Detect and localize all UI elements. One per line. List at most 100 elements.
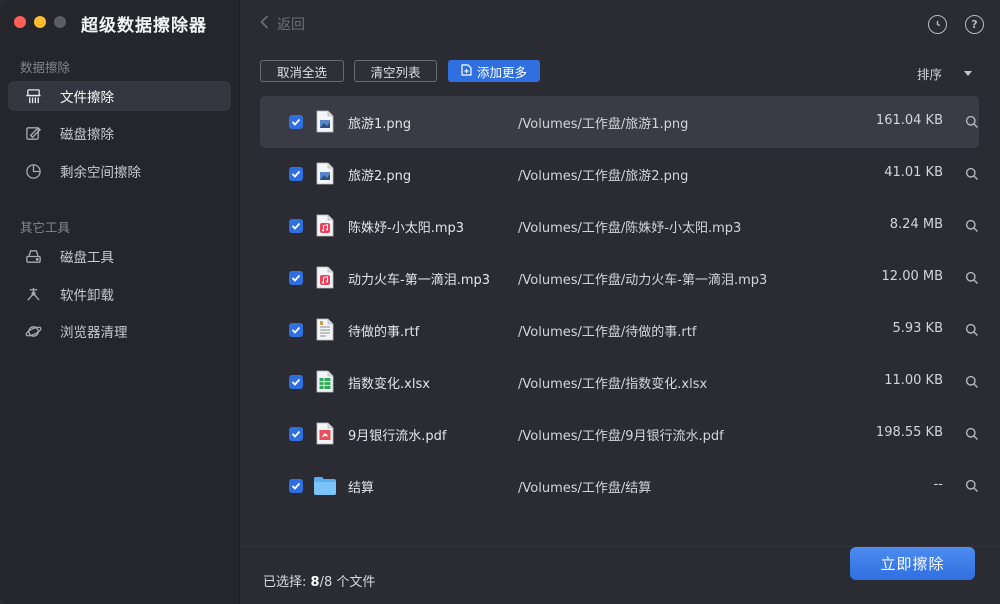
add-more-label: 添加更多: [477, 62, 527, 81]
file-row[interactable]: 9月银行流水.pdf/Volumes/工作盘/9月银行流水.pdf 198.55 …: [260, 408, 979, 460]
pie-chart-icon: [24, 162, 42, 180]
file-size: 11.00 KB: [884, 373, 943, 388]
disk-erase-icon: [24, 124, 42, 142]
section-label-tools: 其它工具: [20, 217, 70, 236]
minimize-window-button[interactable]: [34, 16, 46, 28]
folder-icon: [313, 476, 337, 496]
selected-total: /8 个文件: [320, 575, 376, 590]
magnifier-icon[interactable]: [965, 479, 979, 493]
pdf-file-icon: [316, 422, 334, 445]
file-checkbox[interactable]: [289, 271, 303, 285]
app-title: 超级数据擦除器: [81, 11, 207, 36]
caret-down-icon: [964, 71, 972, 76]
file-checkbox[interactable]: [289, 479, 303, 493]
sidebar-item-label: 文件擦除: [60, 86, 114, 106]
window-controls: [14, 16, 66, 28]
add-more-button[interactable]: 添加更多: [448, 60, 540, 82]
image-file-icon: [316, 162, 334, 185]
magnifier-icon[interactable]: [965, 427, 979, 441]
file-row[interactable]: 动力火车-第一滴泪.mp3/Volumes/工作盘/动力火车-第一滴泪.mp3 1…: [260, 252, 979, 304]
magnifier-icon[interactable]: [965, 167, 979, 181]
sidebar-item-free-space-erase[interactable]: 剩余空间擦除: [8, 156, 231, 186]
erase-now-button[interactable]: 立即擦除: [850, 547, 975, 580]
file-name: 结算: [348, 477, 374, 496]
file-size: 41.01 KB: [884, 165, 943, 180]
selected-number: 8: [311, 575, 320, 590]
back-button[interactable]: 返回: [260, 14, 305, 34]
sort-dropdown[interactable]: 排序: [917, 64, 972, 83]
question-icon[interactable]: ?: [965, 15, 984, 34]
text-file-icon: [316, 318, 334, 341]
sidebar-item-label: 浏览器清理: [60, 321, 128, 341]
file-row[interactable]: 结算/Volumes/工作盘/结算 --: [260, 460, 979, 512]
file-checkbox[interactable]: [289, 115, 303, 129]
sidebar-item-label: 软件卸载: [60, 284, 114, 304]
deselect-all-button[interactable]: 取消全选: [260, 60, 344, 82]
footer: 已选择: 8/8 个文件 立即擦除: [240, 546, 1000, 604]
clock-icon[interactable]: [928, 15, 947, 34]
file-path: /Volumes/工作盘/9月银行流水.pdf: [518, 425, 724, 444]
back-label: 返回: [277, 14, 305, 34]
file-path: /Volumes/工作盘/陈姝妤-小太阳.mp3: [518, 217, 741, 236]
sort-label: 排序: [917, 64, 942, 83]
chevron-left-icon: [260, 15, 269, 33]
file-size: 12.00 MB: [882, 269, 943, 284]
file-path: /Volumes/工作盘/旅游2.png: [518, 165, 688, 184]
magnifier-icon[interactable]: [965, 115, 979, 129]
file-size: 5.93 KB: [892, 321, 943, 336]
planet-icon: [24, 322, 42, 340]
sidebar: 超级数据擦除器 数据擦除 文件擦除 磁盘擦除 剩余空间擦除 其它工具 磁盘: [0, 0, 240, 604]
selected-prefix: 已选择:: [263, 575, 311, 590]
add-file-icon: [461, 64, 472, 79]
sidebar-item-uninstall[interactable]: 软件卸载: [8, 279, 231, 309]
magnifier-icon[interactable]: [965, 375, 979, 389]
file-row[interactable]: 指数变化.xlsx/Volumes/工作盘/指数变化.xlsx 11.00 KB: [260, 356, 979, 408]
file-size: 161.04 KB: [876, 113, 943, 128]
file-name: 指数变化.xlsx: [348, 373, 430, 392]
app-window: 超级数据擦除器 数据擦除 文件擦除 磁盘擦除 剩余空间擦除 其它工具 磁盘: [0, 0, 1000, 604]
magnifier-icon[interactable]: [965, 323, 979, 337]
audio-file-icon: [316, 214, 334, 237]
file-size: 198.55 KB: [876, 425, 943, 440]
sidebar-item-label: 磁盘工具: [60, 246, 114, 266]
file-path: /Volumes/工作盘/指数变化.xlsx: [518, 373, 707, 392]
file-checkbox[interactable]: [289, 167, 303, 181]
file-path: /Volumes/工作盘/待做的事.rtf: [518, 321, 696, 340]
zoom-window-button[interactable]: [54, 16, 66, 28]
file-checkbox[interactable]: [289, 219, 303, 233]
file-path: /Volumes/工作盘/结算: [518, 477, 651, 496]
sidebar-item-disk-erase[interactable]: 磁盘擦除: [8, 118, 231, 148]
file-name: 待做的事.rtf: [348, 321, 419, 340]
file-row[interactable]: 待做的事.rtf/Volumes/工作盘/待做的事.rtf 5.93 KB: [260, 304, 979, 356]
file-row[interactable]: 旅游1.png/Volumes/工作盘/旅游1.png161.04 KB: [260, 96, 979, 148]
sidebar-item-file-erase[interactable]: 文件擦除: [8, 81, 231, 111]
spreadsheet-file-icon: [316, 370, 334, 393]
sidebar-item-disk-tools[interactable]: 磁盘工具: [8, 241, 231, 271]
magnifier-icon[interactable]: [965, 271, 979, 285]
magnifier-icon[interactable]: [965, 219, 979, 233]
sidebar-item-browser-clean[interactable]: 浏览器清理: [8, 316, 231, 346]
shredder-icon: [24, 87, 42, 105]
disk-tool-icon: [24, 247, 42, 265]
file-name: 9月银行流水.pdf: [348, 425, 446, 444]
uninstall-icon: [24, 285, 42, 303]
file-name: 旅游2.png: [348, 165, 411, 184]
clear-list-button[interactable]: 清空列表: [354, 60, 437, 82]
image-file-icon: [316, 110, 334, 133]
file-size: --: [934, 477, 943, 492]
file-row[interactable]: 旅游2.png/Volumes/工作盘/旅游2.png 41.01 KB: [260, 148, 979, 200]
file-row[interactable]: 陈姝妤-小太阳.mp3/Volumes/工作盘/陈姝妤-小太阳.mp38.24 …: [260, 200, 979, 252]
section-label-erase: 数据擦除: [20, 57, 70, 76]
file-checkbox[interactable]: [289, 427, 303, 441]
file-path: /Volumes/工作盘/旅游1.png: [518, 113, 688, 132]
audio-file-icon: [316, 266, 334, 289]
file-checkbox[interactable]: [289, 375, 303, 389]
file-checkbox[interactable]: [289, 323, 303, 337]
file-path: /Volumes/工作盘/动力火车-第一滴泪.mp3: [518, 269, 767, 288]
selected-count: 已选择: 8/8 个文件: [263, 571, 375, 590]
file-list: 旅游1.png/Volumes/工作盘/旅游1.png161.04 KB旅游2.…: [260, 96, 979, 512]
file-name: 动力火车-第一滴泪.mp3: [348, 269, 490, 288]
close-window-button[interactable]: [14, 16, 26, 28]
main-panel: 返回 ? 取消全选 清空列表 添加更多 排序 旅游1.png/Volumes/工…: [240, 0, 1000, 604]
sidebar-item-label: 磁盘擦除: [60, 123, 114, 143]
